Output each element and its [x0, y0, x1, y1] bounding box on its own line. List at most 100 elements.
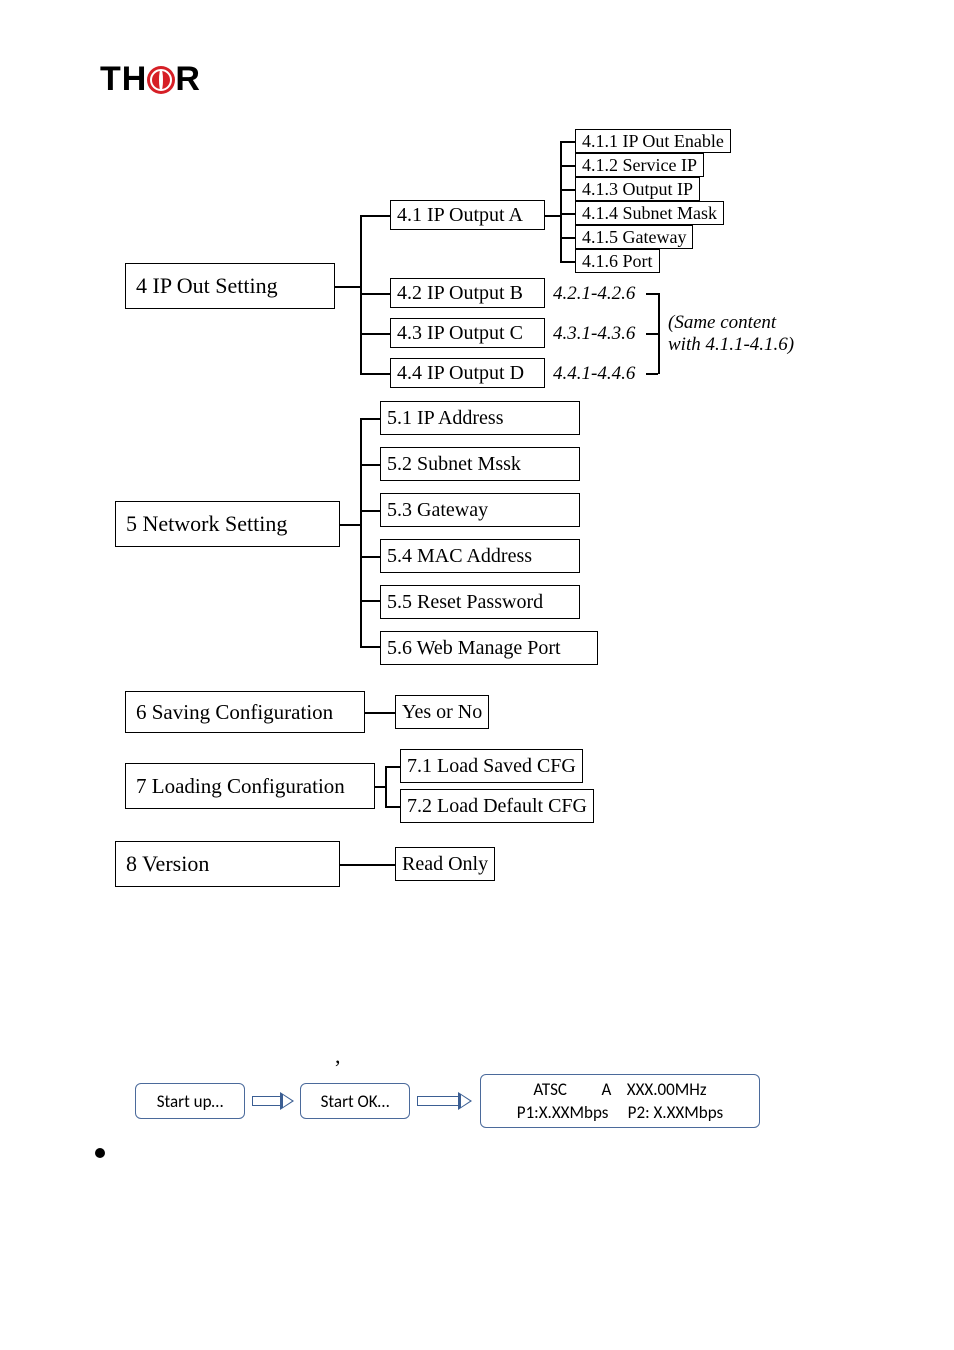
bullet-icon	[95, 1148, 105, 1158]
menu-4-1-1-label: 4.1.1 IP Out Enable	[582, 131, 724, 152]
menu-4-2-label: 4.2 IP Output B	[397, 282, 523, 305]
menu-4-2-range: 4.2.1-4.2.6	[553, 283, 635, 305]
menu-5-1: 5.1 IP Address	[380, 401, 580, 435]
menu-6-root-label: 6 Saving Configuration	[136, 700, 333, 725]
menu-7-root-label: 7 Loading Configuration	[136, 774, 345, 799]
menu-4-1-3: 4.1.3 Output IP	[575, 177, 700, 201]
menu-4-note-1: (Same content	[668, 312, 776, 334]
logo-post: R	[175, 60, 201, 98]
menu-4-1-4-label: 4.1.4 Subnet Mask	[582, 203, 717, 224]
connector	[385, 766, 387, 806]
arrow-icon	[252, 1094, 294, 1108]
connector	[560, 237, 575, 239]
connector	[646, 293, 658, 295]
menu-5-4-label: 5.4 MAC Address	[387, 545, 532, 568]
menu-5-6: 5.6 Web Manage Port	[380, 631, 598, 665]
menu-5-1-label: 5.1 IP Address	[387, 407, 503, 430]
connector	[360, 510, 380, 512]
menu-4-1-5-label: 4.1.5 Gateway	[582, 227, 686, 248]
connector	[560, 141, 562, 261]
menu-4-1-label: 4.1 IP Output A	[397, 204, 523, 227]
menu-5-3: 5.3 Gateway	[380, 493, 580, 527]
menu-8-opt-label: Read Only	[402, 853, 488, 876]
menu-7-1: 7.1 Load Saved CFG	[400, 749, 583, 783]
connector	[560, 213, 575, 215]
logo-pre: TH	[100, 60, 147, 98]
menu-4-1-4: 4.1.4 Subnet Mask	[575, 201, 724, 225]
menu-4-4-label: 4.4 IP Output D	[397, 362, 524, 385]
menu-4-note-2: with 4.1.1-4.1.6)	[668, 334, 794, 356]
menu-4-1-6: 4.1.6 Port	[575, 249, 660, 273]
menu-7-1-label: 7.1 Load Saved CFG	[407, 755, 576, 778]
stray-comma: ,	[335, 1043, 341, 1069]
connector	[360, 333, 390, 335]
menu-4-4: 4.4 IP Output D	[390, 358, 545, 388]
menu-4-1-6-label: 4.1.6 Port	[582, 251, 653, 272]
menu-8-root-label: 8 Version	[126, 851, 209, 877]
flow-step-1-label: Start up…	[157, 1091, 224, 1112]
connector	[658, 293, 660, 374]
menu-4-3-label: 4.3 IP Output C	[397, 322, 523, 345]
menu-8-root: 8 Version	[115, 841, 340, 887]
connector	[560, 189, 575, 191]
menu-6-opt-label: Yes or No	[402, 701, 482, 724]
menu-5-root: 5 Network Setting	[115, 501, 340, 547]
menu-4-3-range: 4.3.1-4.3.6	[553, 323, 635, 345]
menu-5-2: 5.2 Subnet Mssk	[380, 447, 580, 481]
connector	[646, 373, 658, 375]
menu-4-1-3-label: 4.1.3 Output IP	[582, 179, 693, 200]
menu-6-opt: Yes or No	[395, 695, 489, 729]
flow-step-3-line2: P1:X.XXMbps P2: X.XXMbps	[495, 1102, 745, 1125]
menu-4-1-2: 4.1.2 Service IP	[575, 153, 704, 177]
connector	[385, 766, 400, 768]
connector	[360, 646, 380, 648]
connector	[560, 261, 575, 263]
menu-5-5: 5.5 Reset Password	[380, 585, 580, 619]
connector	[360, 418, 362, 646]
connector	[360, 418, 380, 420]
connector	[360, 373, 390, 375]
connector	[340, 524, 360, 526]
connector	[360, 556, 380, 558]
connector	[360, 464, 380, 466]
menu-5-5-label: 5.5 Reset Password	[387, 591, 543, 614]
connector	[335, 286, 360, 288]
menu-4-root: 4 IP Out Setting	[125, 263, 335, 309]
menu-5-root-label: 5 Network Setting	[126, 511, 287, 537]
menu-5-4: 5.4 MAC Address	[380, 539, 580, 573]
menu-5-6-label: 5.6 Web Manage Port	[387, 637, 561, 660]
flow-step-3: ATSC A XXX.00MHz P1:X.XXMbps P2: X.XXMbp…	[480, 1074, 760, 1128]
connector	[646, 333, 658, 335]
menu-7-2-label: 7.2 Load Default CFG	[407, 795, 587, 818]
connector	[560, 141, 575, 143]
connector	[360, 600, 380, 602]
connector	[385, 806, 400, 808]
connector	[360, 215, 390, 217]
connector	[560, 165, 575, 167]
menu-4-1: 4.1 IP Output A	[390, 200, 545, 230]
menu-4-4-range: 4.4.1-4.4.6	[553, 363, 635, 385]
flow-step-2-label: Start OK…	[321, 1091, 390, 1112]
menu-4-1-5: 4.1.5 Gateway	[575, 225, 693, 249]
menu-4-root-label: 4 IP Out Setting	[136, 273, 278, 299]
menu-5-3-label: 5.3 Gateway	[387, 499, 488, 522]
menu-4-1-2-label: 4.1.2 Service IP	[582, 155, 697, 176]
page: TH R 4 IP Out Setting 4.1 IP Output A 4.2…	[0, 0, 954, 1350]
menu-5-2-label: 5.2 Subnet Mssk	[387, 453, 521, 476]
menu-7-2: 7.2 Load Default CFG	[400, 789, 594, 823]
connector	[375, 786, 385, 788]
connector	[545, 215, 560, 217]
connector	[340, 864, 395, 866]
menu-8-opt: Read Only	[395, 847, 495, 881]
menu-4-2: 4.2 IP Output B	[390, 278, 545, 308]
logo-globe-icon	[147, 66, 175, 94]
brand-logo: TH R	[100, 60, 201, 99]
connector	[365, 712, 395, 714]
flow-step-3-line1: ATSC A XXX.00MHz	[495, 1079, 745, 1102]
connector	[360, 293, 390, 295]
flow-step-2: Start OK…	[300, 1083, 410, 1119]
menu-4-3: 4.3 IP Output C	[390, 318, 545, 348]
arrow-icon	[417, 1094, 472, 1108]
flow-step-1: Start up…	[135, 1083, 245, 1119]
menu-6-root: 6 Saving Configuration	[125, 691, 365, 733]
